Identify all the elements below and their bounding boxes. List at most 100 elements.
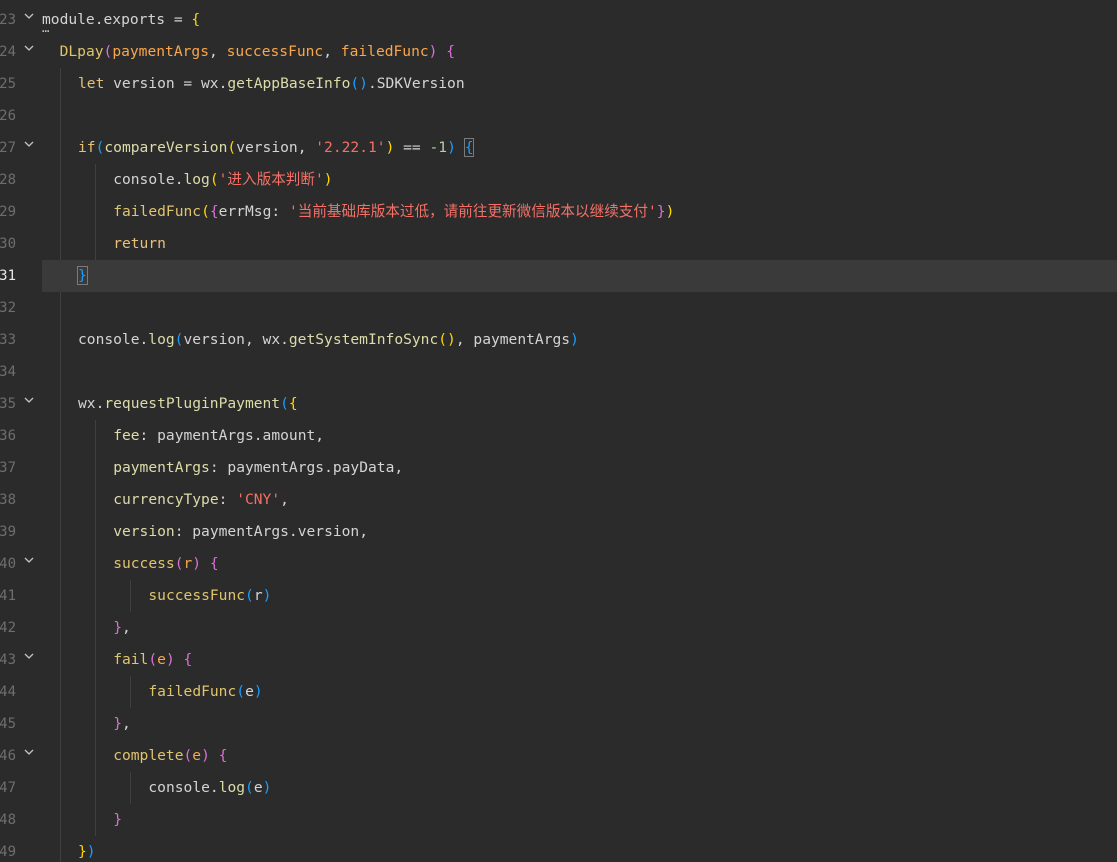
- code-line[interactable]: 28 console.log('进入版本判断'): [0, 164, 1117, 196]
- code-line[interactable]: 44 failedFunc(e): [0, 676, 1117, 708]
- fold-chevron-icon[interactable]: [22, 393, 36, 407]
- code-text: paymentArgs: paymentArgs.payData,: [113, 452, 403, 484]
- code-token: (: [174, 555, 184, 572]
- code-token: failedFunc: [148, 683, 237, 700]
- code-line[interactable]: 47 console.log(e): [0, 772, 1117, 804]
- fold-chevron-icon[interactable]: [22, 649, 36, 663]
- fold-chevron-icon[interactable]: [22, 41, 36, 55]
- line-number: 25: [0, 68, 16, 100]
- code-token: r: [183, 555, 193, 572]
- line-number: 34: [0, 356, 16, 388]
- code-token: e: [157, 651, 166, 668]
- code-token: module: [42, 11, 95, 28]
- code-line[interactable]: 49}): [0, 836, 1117, 862]
- line-number-text: 26: [0, 108, 16, 124]
- code-token: e: [192, 747, 202, 764]
- code-text: let version = wx.getAppBaseInfo().SDKVer…: [78, 68, 465, 100]
- code-line[interactable]: 46 complete(e) {: [0, 740, 1117, 772]
- code-line[interactable]: 48}: [0, 804, 1117, 836]
- fold-chevron-icon[interactable]: [22, 745, 36, 759]
- code-token: errMsg: [218, 203, 272, 220]
- code-editor[interactable]: ⋯ 23 module.exports = {24 DLpay(paymentArg…: [0, 0, 1117, 862]
- line-number-text: 32: [0, 300, 16, 316]
- line-number: 27: [0, 132, 16, 164]
- line-number: 46: [0, 740, 16, 772]
- line-number: 29: [0, 196, 16, 228]
- code-token: console.: [78, 331, 149, 348]
- code-token: successFunc: [148, 587, 246, 604]
- code-line[interactable]: 32: [0, 292, 1117, 324]
- code-line[interactable]: 41 successFunc(r): [0, 580, 1117, 612]
- code-line[interactable]: 42},: [0, 612, 1117, 644]
- code-line[interactable]: 45},: [0, 708, 1117, 740]
- code-line[interactable]: 31}: [0, 260, 1117, 292]
- fold-chevron-icon[interactable]: [22, 9, 36, 23]
- line-number: 28: [0, 164, 16, 196]
- code-line[interactable]: 33 console.log(version, wx.getSystemInfoS…: [0, 324, 1117, 356]
- code-token: ): [86, 843, 96, 860]
- code-token: requestPluginPayment: [104, 395, 281, 412]
- code-token: {: [183, 651, 193, 668]
- code-token: fee: [113, 427, 140, 444]
- code-line[interactable]: 23 module.exports = {: [0, 4, 1117, 36]
- code-token: ): [262, 587, 272, 604]
- code-line[interactable]: 34: [0, 356, 1117, 388]
- line-number-text: 31: [0, 268, 16, 284]
- code-token: return: [113, 235, 166, 252]
- code-token: ): [201, 747, 210, 764]
- code-token: getSystemInfoSync: [288, 331, 439, 348]
- code-text: return: [113, 228, 166, 260]
- code-token: }: [77, 266, 88, 285]
- code-line[interactable]: 39 version: paymentArgs.version,: [0, 516, 1117, 548]
- fold-chevron-icon[interactable]: [22, 553, 36, 567]
- line-number: 24: [0, 36, 16, 68]
- line-number-text: 28: [0, 172, 16, 188]
- line-number-text: 33: [0, 332, 16, 348]
- code-token: :: [271, 203, 289, 220]
- fold-chevron-icon[interactable]: [22, 137, 36, 151]
- code-token: wx.: [78, 395, 105, 412]
- code-line[interactable]: 35 wx.requestPluginPayment({: [0, 388, 1117, 420]
- line-number-text: 37: [0, 460, 16, 476]
- code-token: ,: [121, 619, 131, 636]
- code-token: .SDKVersion: [367, 75, 465, 92]
- code-text: failedFunc(e): [148, 676, 262, 708]
- code-text: fee: paymentArgs.amount,: [113, 420, 324, 452]
- code-line[interactable]: 37 paymentArgs: paymentArgs.payData,: [0, 452, 1117, 484]
- code-text: }: [113, 804, 122, 836]
- code-token: complete: [113, 747, 184, 764]
- code-token: ): [665, 203, 675, 220]
- code-line[interactable]: 24 DLpay(paymentArgs, successFunc, failed…: [0, 36, 1117, 68]
- code-line[interactable]: 38 currencyType: 'CNY',: [0, 484, 1117, 516]
- line-number-text: 40: [0, 556, 16, 572]
- code-token: (: [148, 651, 158, 668]
- line-number-text: 25: [0, 76, 16, 92]
- line-number-text: 36: [0, 428, 16, 444]
- code-token: .: [94, 11, 104, 28]
- code-token: (): [438, 331, 456, 348]
- line-number-text: 49: [0, 844, 16, 860]
- code-line[interactable]: 43 fail(e) {: [0, 644, 1117, 676]
- code-token: (: [245, 587, 254, 604]
- code-token: ): [262, 779, 272, 796]
- line-number-text: 39: [0, 524, 16, 540]
- line-number-text: 29: [0, 204, 16, 220]
- code-line[interactable]: 26: [0, 100, 1117, 132]
- code-line[interactable]: 30 return: [0, 228, 1117, 260]
- line-number-text: 45: [0, 716, 16, 732]
- code-line[interactable]: 40 success(r) {: [0, 548, 1117, 580]
- code-token: exports: [103, 11, 166, 28]
- code-token: compareVersion: [104, 139, 228, 156]
- line-number: 36: [0, 420, 16, 452]
- code-line[interactable]: 25 let version = wx.getAppBaseInfo().SDKV…: [0, 68, 1117, 100]
- code-text: console.log('进入版本判断'): [113, 164, 332, 196]
- code-text: }: [77, 260, 88, 292]
- code-line[interactable]: 36 fee: paymentArgs.amount,: [0, 420, 1117, 452]
- code-line[interactable]: 29 failedFunc({errMsg: '当前基础库版本过低，请前往更新微信…: [0, 196, 1117, 228]
- code-line[interactable]: 27 if(compareVersion(version, '2.22.1') =…: [0, 132, 1117, 164]
- code-text: wx.requestPluginPayment({: [78, 388, 298, 420]
- code-token: '2.22.1': [315, 139, 386, 156]
